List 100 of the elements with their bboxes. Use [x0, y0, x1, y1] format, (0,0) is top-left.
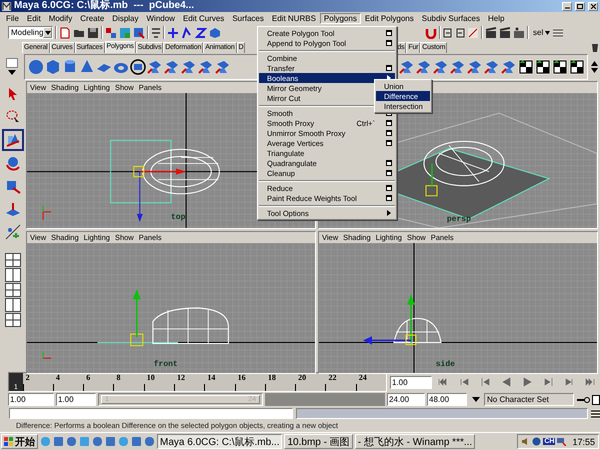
menu-item[interactable]: Create — [76, 12, 108, 24]
taskbar-button[interactable]: Maya 6.0CG: C:\鼠标.mb... — [157, 434, 282, 449]
skip-to-end-icon — [585, 376, 595, 388]
menu-item[interactable]: Edit Curves — [178, 12, 228, 24]
layout-icon — [5, 298, 21, 312]
playback-start-field[interactable]: 1.00 — [56, 393, 96, 406]
shelf-tabs-icon — [6, 58, 18, 68]
frame-number: 20 — [295, 373, 326, 391]
scroll-up-icon — [590, 60, 598, 66]
curve-icon — [181, 26, 193, 38]
step-forward-key-icon — [564, 376, 574, 388]
dropdown-arrow-icon — [44, 30, 51, 34]
step-forward-icon — [543, 376, 553, 388]
move-tool-icon — [5, 132, 21, 148]
plus-icon — [167, 26, 179, 38]
option-box-icon — [386, 120, 392, 126]
file-icon — [59, 26, 71, 38]
windows-flag-icon — [4, 436, 14, 446]
option-box-icon — [386, 170, 392, 176]
checker-icon — [569, 58, 585, 74]
frame-number: 4 — [52, 373, 84, 391]
option-box-icon — [386, 30, 392, 36]
taskbar-button[interactable]: 10.bmp - 画图 — [284, 434, 353, 449]
selection-label: sel — [533, 28, 544, 37]
quick-launch-icon — [53, 436, 64, 447]
menu-item[interactable]: Polygons — [320, 12, 361, 24]
trash-icon — [590, 42, 600, 53]
quick-launch-icon — [144, 436, 155, 447]
frame-number: 14 — [204, 373, 235, 391]
minimize-button[interactable] — [562, 2, 572, 10]
step-back-icon — [480, 376, 490, 388]
cone-icon — [79, 58, 95, 74]
frame-number: 10 — [144, 373, 174, 391]
shelf-menu-icon — [8, 70, 16, 75]
view-label: side — [436, 360, 455, 369]
lasso-icon — [5, 109, 21, 125]
menu-item[interactable]: Edit — [22, 12, 45, 24]
quick-launch-icon — [66, 436, 77, 447]
quick-launch-icon — [92, 436, 103, 447]
play-backward-icon — [501, 376, 511, 388]
option-box-icon — [386, 40, 392, 46]
magnet-icon — [425, 26, 437, 38]
key-icon — [576, 394, 590, 404]
mode-dropdown[interactable]: Modeling — [8, 26, 53, 39]
current-time-field[interactable]: 1.00 — [390, 376, 432, 388]
menu-item[interactable]: Display — [108, 12, 142, 24]
menu-item[interactable]: Edit NURBS — [268, 12, 320, 24]
clock: 17:55 — [572, 436, 595, 446]
menu-item[interactable]: Help — [484, 12, 508, 24]
skip-to-start-icon — [438, 376, 448, 388]
start-time-field[interactable]: 1.00 — [8, 393, 54, 406]
frame-number: 2 — [22, 373, 53, 391]
maximize-button[interactable] — [575, 2, 585, 10]
dropdown-arrow-icon — [472, 397, 480, 402]
quick-launch-icon — [79, 436, 90, 447]
menu-item[interactable]: Subdiv Surfaces — [418, 12, 484, 24]
frame-number: 8 — [113, 373, 144, 391]
command-line-field[interactable] — [9, 408, 293, 418]
layout-icon — [5, 313, 21, 327]
frame-number: 24 — [356, 373, 386, 391]
quick-launch-icon — [131, 436, 142, 447]
taskbar-button[interactable]: - 想飞的水 - Winamp ***... — [354, 434, 476, 449]
view-label: top — [171, 213, 186, 222]
submenu-arrow-icon — [387, 210, 391, 216]
cylinder-icon — [62, 58, 78, 74]
menu-item[interactable]: Window — [142, 12, 179, 24]
menu-item[interactable]: File — [2, 12, 23, 24]
frame-number: 6 — [83, 373, 114, 391]
option-box-icon — [386, 65, 392, 71]
zigzag-icon — [195, 26, 207, 38]
select-list-icon — [552, 26, 564, 38]
sphere-icon — [28, 58, 44, 74]
view-label: persp — [446, 215, 471, 224]
quick-launch-icon — [105, 436, 116, 447]
character-set-field[interactable]: No Character Set — [484, 393, 574, 406]
dropdown-arrow-icon — [545, 30, 550, 34]
manipulator-icon — [5, 201, 21, 217]
menu-item[interactable]: Surfaces — [228, 12, 268, 24]
layout-icon — [5, 283, 21, 297]
scale-tool-icon — [5, 178, 21, 194]
option-box-icon — [386, 140, 392, 146]
frame-number: 18 — [264, 373, 296, 391]
cube-icon — [45, 58, 61, 74]
menu-item[interactable]: Edit Polygons — [360, 12, 418, 24]
option-box-icon — [386, 185, 392, 191]
checker-icon — [535, 58, 551, 74]
close-button[interactable] — [588, 2, 598, 10]
frame-number: 16 — [234, 373, 265, 391]
step-back-key-icon — [459, 376, 469, 388]
option-box-icon — [386, 160, 392, 166]
end-time-field[interactable]: 48.00 — [427, 393, 467, 406]
scroll-down-icon — [590, 68, 598, 72]
checker-icon — [518, 58, 534, 74]
save-icon — [87, 26, 99, 38]
view-label: front — [154, 360, 178, 369]
start-button[interactable]: 开始 — [1, 434, 38, 449]
tool-button[interactable] — [2, 129, 24, 151]
circle-icon — [130, 58, 146, 74]
playback-end-field[interactable]: 24.00 — [387, 393, 425, 406]
menu-item[interactable]: Modify — [44, 12, 76, 24]
